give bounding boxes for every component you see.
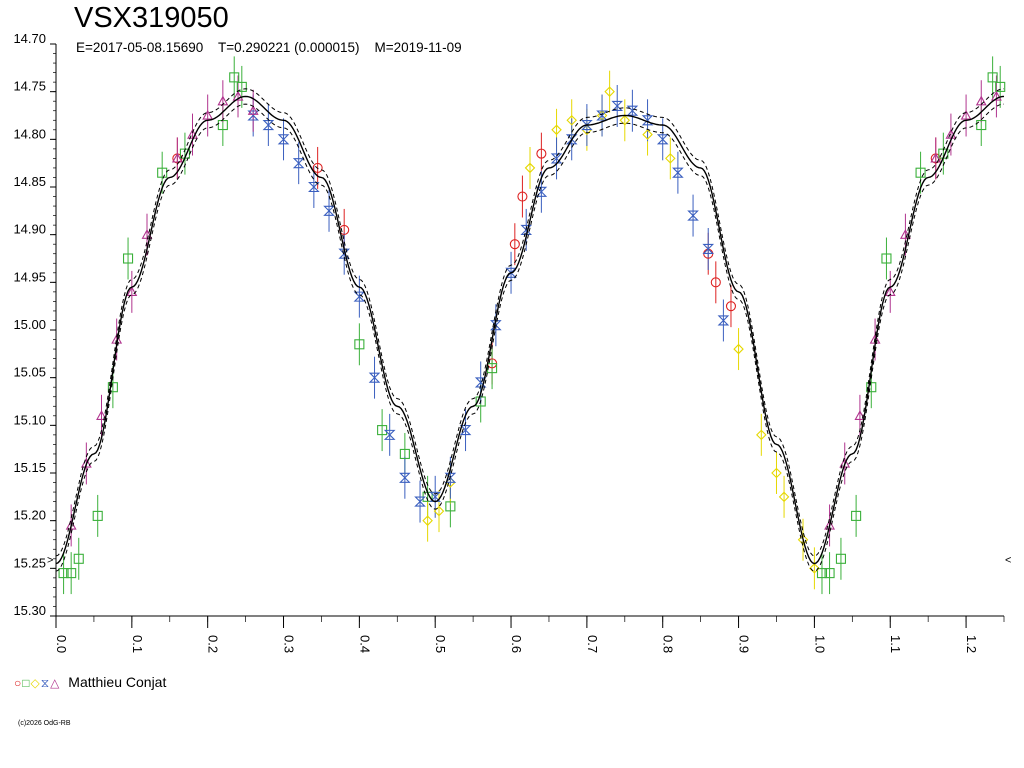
legend: ○□◇⧖△ Matthieu Conjat: [14, 674, 166, 691]
left-edge-marker: >: [47, 555, 53, 567]
light-curve-plot: 14.70 14.75 14.80 14.85 14.90 14.95 15.00 15.05…: [13, 31, 1011, 653]
legend-triangle-icon: △: [50, 676, 60, 690]
x-tick-label: 1.0: [812, 635, 827, 653]
y-tick-label: 14.85: [13, 174, 46, 189]
y-tick-label: 15.15: [13, 460, 46, 475]
y-tick-label: 15.10: [13, 412, 46, 427]
y-tick-label: 14.70: [13, 31, 46, 46]
y-tick-label: 14.80: [13, 126, 46, 141]
x-tick-label: 1.2: [964, 635, 979, 653]
x-tick-label: 0.8: [661, 635, 676, 653]
y-tick-label: 15.00: [13, 317, 46, 332]
legend-circle-icon: ○: [14, 676, 22, 690]
x-tick-label: 0.9: [737, 635, 752, 653]
y-tick-label: 15.25: [13, 555, 46, 570]
right-edge-marker: <: [1005, 555, 1011, 567]
x-tick-label: 0.4: [357, 635, 372, 653]
copyright-note: (c)2026 OdG-RB: [18, 720, 71, 727]
x-tick-label: 0.3: [282, 635, 297, 653]
legend-hourglass-icon: ⧖: [40, 676, 50, 690]
y-tick-label: 14.90: [13, 222, 46, 237]
x-tick-label: 0.2: [206, 635, 221, 653]
x-tick-label: 0.7: [585, 635, 600, 653]
legend-square-icon: □: [22, 676, 30, 690]
y-tick-label: 15.05: [13, 365, 46, 380]
x-tick-label: 0.5: [433, 635, 448, 653]
y-tick-label: 15.20: [13, 508, 46, 523]
legend-observer-label: Matthieu Conjat: [68, 674, 167, 690]
legend-diamond-icon: ◇: [30, 676, 40, 690]
x-tick-label: 0.1: [130, 635, 145, 653]
y-tick-label: 14.75: [13, 79, 46, 94]
error-bars-layer: [63, 56, 1001, 595]
axes-layer: 14.70 14.75 14.80 14.85 14.90 14.95 15.00 15.05…: [13, 31, 1011, 653]
y-tick-label: 15.30: [13, 603, 46, 618]
x-tick-label: 0.6: [509, 635, 524, 653]
y-tick-label: 14.95: [13, 269, 46, 284]
x-tick-label: 1.1: [888, 635, 903, 653]
data-points-layer: [58, 72, 1006, 579]
x-tick-label: 0.0: [54, 635, 69, 653]
